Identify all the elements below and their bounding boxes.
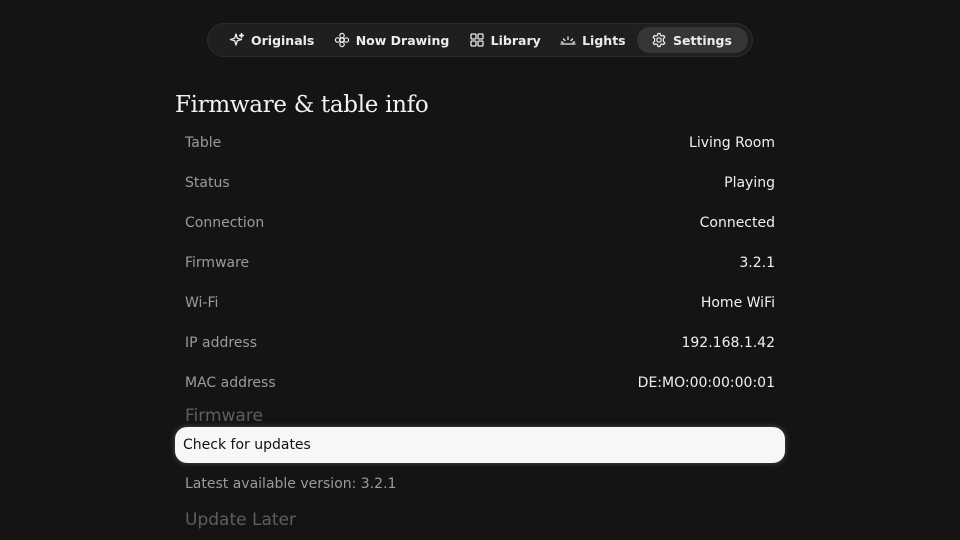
- nav-item-settings[interactable]: Settings: [636, 27, 748, 53]
- info-row-status: Status Playing: [185, 163, 775, 203]
- info-label: Table: [185, 135, 222, 151]
- info-value: 192.168.1.42: [681, 335, 775, 351]
- info-value: Home WiFi: [700, 295, 775, 311]
- nav-item-lights[interactable]: Lights: [552, 27, 634, 53]
- nav-label-originals: Originals: [251, 32, 315, 48]
- info-label: Status: [185, 175, 230, 191]
- info-value: DE:MO:00:00:00:01: [637, 375, 775, 391]
- info-label: Connection: [185, 215, 265, 231]
- update-later-button[interactable]: Update Later: [185, 510, 296, 530]
- check-for-updates-button[interactable]: Check for updates: [175, 427, 785, 463]
- page-title: Firmware & table info: [175, 92, 429, 118]
- info-value: Connected: [699, 215, 775, 231]
- info-row-table: Table Living Room: [185, 123, 775, 163]
- info-label: MAC address: [185, 375, 276, 391]
- info-row-wifi: Wi-Fi Home WiFi: [185, 283, 775, 323]
- grid-icon: [469, 32, 485, 48]
- info-row-ip-address: IP address 192.168.1.42: [185, 323, 775, 363]
- top-nav: Originals Now Drawing Library Lights Set…: [207, 23, 753, 57]
- nav-label-settings: Settings: [672, 32, 732, 48]
- nav-item-originals[interactable]: Originals: [221, 27, 322, 53]
- sunrise-icon: [560, 32, 576, 48]
- settings-page: Originals Now Drawing Library Lights Set…: [0, 0, 960, 540]
- info-label: IP address: [185, 335, 258, 351]
- nav-label-lights: Lights: [582, 32, 626, 48]
- info-value: Playing: [724, 175, 775, 191]
- flower-icon: [334, 32, 350, 48]
- nav-label-now-drawing: Now Drawing: [355, 32, 450, 48]
- nav-label-library: Library: [490, 32, 541, 48]
- info-list: Table Living Room Status Playing Connect…: [185, 123, 775, 403]
- nav-item-now-drawing[interactable]: Now Drawing: [326, 27, 458, 53]
- firmware-section-heading: Firmware: [185, 406, 263, 426]
- nav-item-library[interactable]: Library: [461, 27, 549, 53]
- info-value: Living Room: [689, 135, 775, 151]
- info-label: Wi-Fi: [185, 295, 219, 311]
- gear-icon: [651, 32, 667, 48]
- info-row-firmware: Firmware 3.2.1: [185, 243, 775, 283]
- latest-version-text: Latest available version: 3.2.1: [185, 476, 397, 492]
- sparkle-icon: [229, 32, 245, 48]
- info-label: Firmware: [185, 255, 250, 271]
- info-value: 3.2.1: [739, 255, 775, 271]
- info-row-connection: Connection Connected: [185, 203, 775, 243]
- info-row-mac-address: MAC address DE:MO:00:00:00:01: [185, 363, 775, 403]
